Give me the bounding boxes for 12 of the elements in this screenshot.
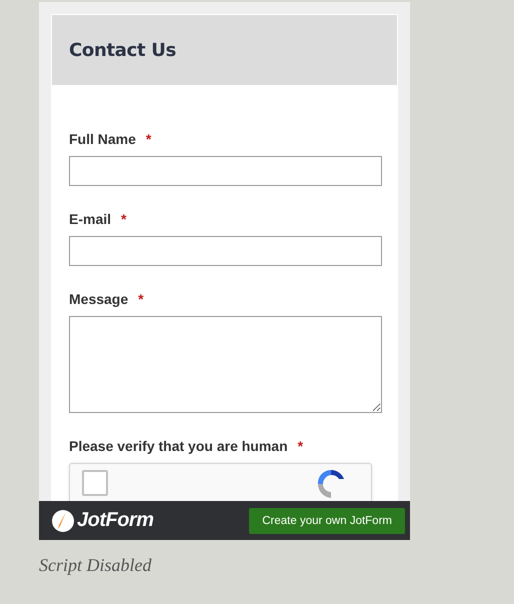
required-mark: * <box>298 438 304 454</box>
create-form-button[interactable]: Create your own JotForm <box>249 508 405 534</box>
field-label: Please verify that you are human <box>69 438 288 454</box>
field-label: E-mail <box>69 211 112 227</box>
field-label: Full Name <box>69 131 136 147</box>
logo-text: JotForm <box>77 509 154 532</box>
form-title: Contact Us <box>69 40 176 60</box>
caption: Script Disabled <box>39 555 152 576</box>
field-label: Message <box>69 291 128 307</box>
required-mark: * <box>146 131 152 147</box>
required-mark: * <box>138 291 144 307</box>
required-mark: * <box>121 211 126 227</box>
